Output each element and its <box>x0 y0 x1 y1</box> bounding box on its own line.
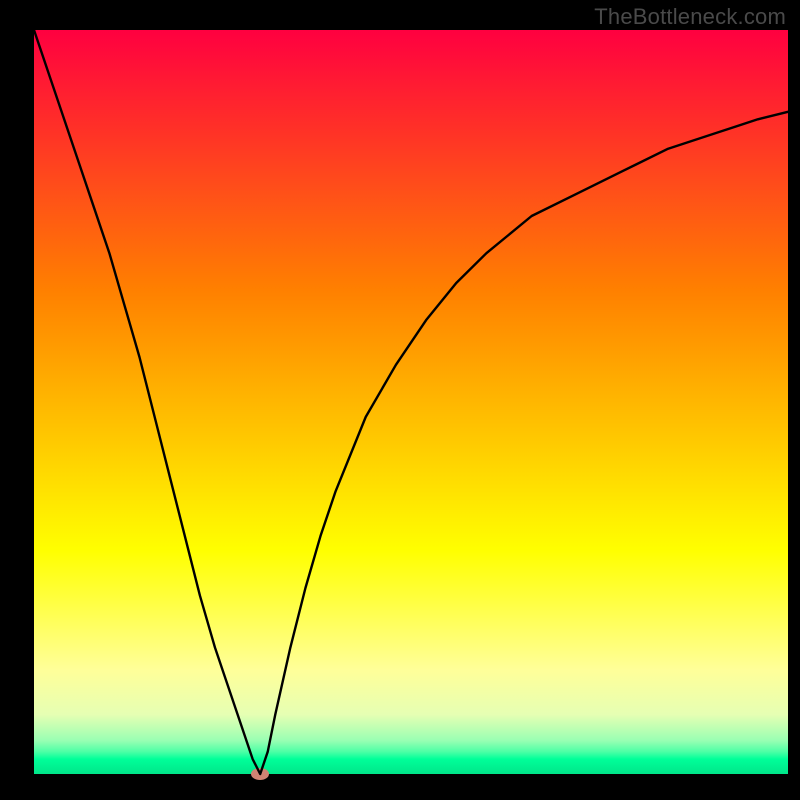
attribution-watermark: TheBottleneck.com <box>594 4 786 30</box>
chart-canvas: TheBottleneck.com <box>0 0 800 800</box>
bottleneck-curve-svg <box>0 0 800 800</box>
bottleneck-curve-path <box>34 30 788 774</box>
